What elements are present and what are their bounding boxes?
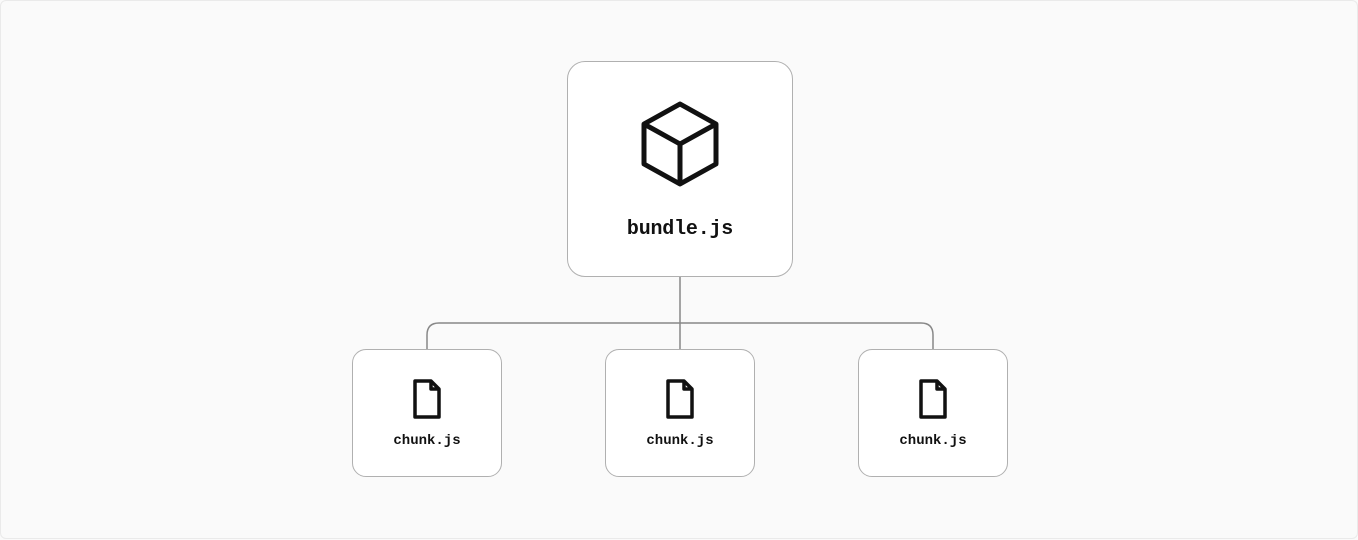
file-icon — [915, 377, 951, 421]
bundle-label: bundle.js — [627, 218, 733, 241]
chunk-node: chunk.js — [858, 349, 1008, 477]
chunk-label: chunk.js — [393, 433, 460, 449]
chunk-node: chunk.js — [605, 349, 755, 477]
file-icon — [409, 377, 445, 421]
cube-icon — [637, 98, 723, 190]
file-icon — [662, 377, 698, 421]
chunk-label: chunk.js — [899, 433, 966, 449]
bundle-node: bundle.js — [567, 61, 793, 277]
chunk-label: chunk.js — [646, 433, 713, 449]
diagram-canvas: bundle.js chunk.js chunk.js chun — [1, 1, 1357, 538]
chunk-node: chunk.js — [352, 349, 502, 477]
